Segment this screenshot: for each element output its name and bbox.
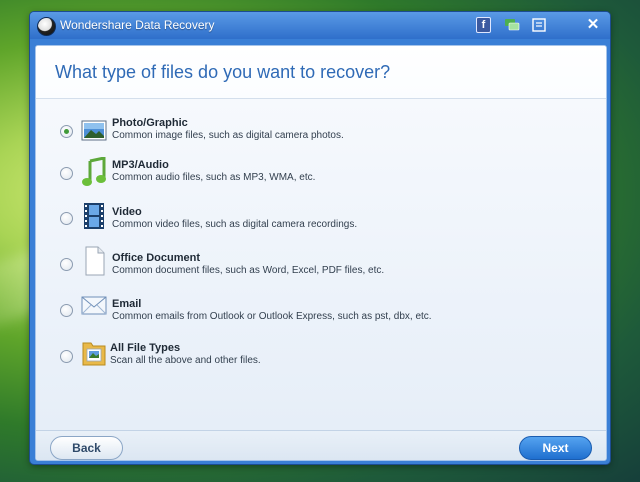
folder-icon — [81, 339, 107, 366]
window-title: Wondershare Data Recovery — [60, 18, 215, 32]
option-title: Email — [112, 298, 142, 310]
option-description: Common audio files, such as MP3, WMA, et… — [112, 172, 316, 183]
page-title: What type of files do you want to recove… — [55, 62, 391, 82]
option-office-document[interactable]: Office Document Common document files, s… — [36, 244, 606, 286]
option-description: Scan all the above and other files. — [110, 355, 261, 366]
photo-icon — [81, 118, 107, 144]
email-radio[interactable] — [60, 304, 73, 317]
option-title: MP3/Audio — [112, 159, 169, 171]
envelope-icon — [81, 295, 107, 321]
mp3-audio-radio[interactable] — [60, 167, 73, 180]
title-bar[interactable]: Wondershare Data Recovery f ✕ — [30, 12, 610, 39]
option-all-file-types[interactable]: All File Types Scan all the above and ot… — [36, 336, 606, 378]
next-button[interactable]: Next — [519, 436, 592, 460]
option-video[interactable]: Video Common video files, such as digita… — [36, 198, 606, 240]
facebook-icon[interactable]: f — [476, 17, 491, 33]
option-title: Video — [112, 206, 142, 218]
option-title: Office Document — [112, 252, 201, 264]
all-file-types-radio[interactable] — [60, 350, 73, 363]
photo-graphic-radio[interactable] — [60, 125, 73, 138]
document-icon — [81, 246, 107, 276]
option-photo-graphic[interactable]: Photo/Graphic Common image files, such a… — [36, 111, 606, 153]
feedback-icon[interactable] — [531, 17, 547, 33]
video-radio[interactable] — [60, 212, 73, 225]
close-icon[interactable]: ✕ — [585, 17, 601, 33]
app-window: Wondershare Data Recovery f ✕ What type … — [30, 12, 610, 464]
option-description: Common emails from Outlook or Outlook Ex… — [112, 311, 432, 322]
option-title: Photo/Graphic — [112, 117, 188, 129]
chat-icon[interactable] — [504, 17, 520, 33]
app-logo-icon — [37, 17, 56, 36]
wizard-header: What type of files do you want to recove… — [36, 46, 606, 99]
option-title: All File Types — [110, 342, 181, 354]
wizard-footer: Back Next — [36, 430, 606, 460]
back-button[interactable]: Back — [50, 436, 123, 460]
option-description: Common video files, such as digital came… — [112, 219, 358, 230]
music-note-icon — [81, 156, 107, 186]
file-type-list: Photo/Graphic Common image files, such a… — [36, 99, 606, 430]
film-strip-icon — [81, 202, 107, 229]
wizard-panel: What type of files do you want to recove… — [35, 45, 607, 461]
option-description: Common image files, such as digital came… — [112, 130, 344, 141]
office-document-radio[interactable] — [60, 258, 73, 271]
option-description: Common document files, such as Word, Exc… — [112, 265, 385, 276]
option-email[interactable]: Email Common emails from Outlook or Outl… — [36, 290, 606, 332]
option-mp3-audio[interactable]: MP3/Audio Common audio files, such as MP… — [36, 153, 606, 195]
